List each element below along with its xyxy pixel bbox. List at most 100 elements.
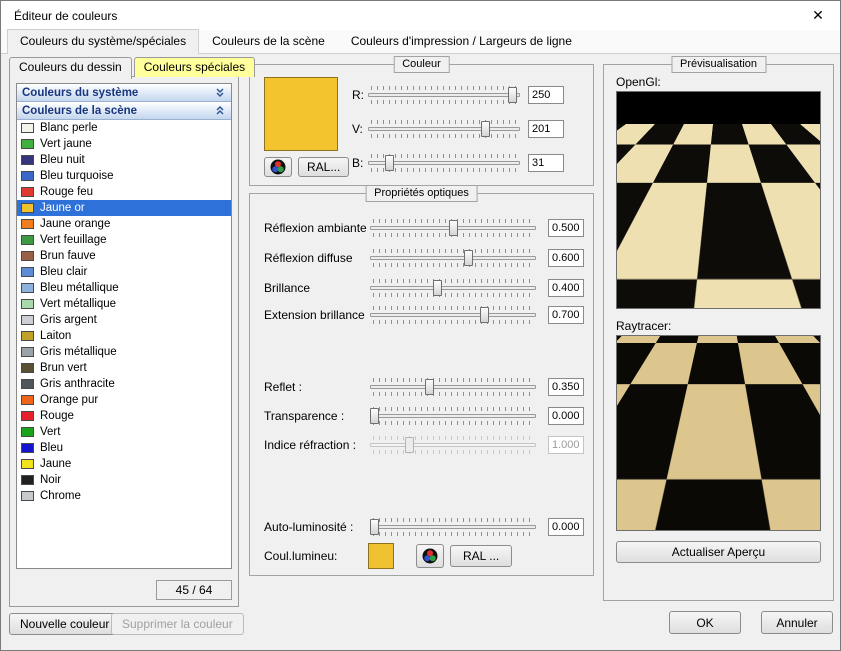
color-list-item[interactable]: Vert métallique xyxy=(17,296,231,312)
subtab-special-colors[interactable]: Couleurs spéciales xyxy=(134,57,255,77)
channel-value-field[interactable]: 250 xyxy=(528,86,564,104)
slider-thumb[interactable] xyxy=(433,280,442,296)
color-list-item[interactable]: Jaune xyxy=(17,456,231,472)
color-swatch xyxy=(21,155,34,165)
color-list-item[interactable]: Jaune or xyxy=(17,200,231,216)
color-list-panel: Couleurs du système Couleurs de la scène… xyxy=(9,76,239,607)
color-list-item[interactable]: Bleu turquoise xyxy=(17,168,231,184)
slider-track xyxy=(370,256,536,260)
color-name: Bleu turquoise xyxy=(40,170,114,182)
slider[interactable] xyxy=(370,248,536,268)
color-list-item[interactable]: Vert jaune xyxy=(17,136,231,152)
slider[interactable] xyxy=(370,406,536,426)
slider-track xyxy=(370,443,536,447)
luminous-ral-button[interactable]: RAL ... xyxy=(450,545,512,567)
slider-thumb xyxy=(405,437,414,453)
luminous-color-swatch xyxy=(368,543,394,569)
color-list-item[interactable]: Vert feuillage xyxy=(17,232,231,248)
slider[interactable] xyxy=(368,153,520,173)
slider[interactable] xyxy=(368,119,520,139)
color-swatch xyxy=(21,235,34,245)
channel-value-field[interactable]: 31 xyxy=(528,154,564,172)
slider-ticks xyxy=(373,320,533,324)
color-items: Blanc perleVert jaune Bleu nuit Bleu turqu… xyxy=(17,120,231,504)
raytracer-preview-image xyxy=(616,335,821,531)
optical-property-value-field[interactable]: 0.400 xyxy=(548,279,584,297)
color-swatch xyxy=(21,139,34,149)
slider[interactable] xyxy=(370,305,536,325)
refresh-preview-button[interactable]: Actualiser Aperçu xyxy=(616,541,821,563)
color-list-item[interactable]: Brun vert xyxy=(17,360,231,376)
luminous-color-picker-button[interactable] xyxy=(416,544,444,568)
new-color-button[interactable]: Nouvelle couleur xyxy=(9,613,120,635)
color-list-item[interactable]: Gris argent xyxy=(17,312,231,328)
color-swatch xyxy=(21,123,34,133)
color-list-item[interactable]: Bleu xyxy=(17,440,231,456)
channel-value-field[interactable]: 201 xyxy=(528,120,564,138)
slider-thumb[interactable] xyxy=(370,408,379,424)
opengl-sphere xyxy=(670,136,768,234)
color-list-item[interactable]: Chrome xyxy=(17,488,231,504)
channel-label: R: xyxy=(352,88,368,102)
optical-property-value-field[interactable]: 0.000 xyxy=(548,518,584,536)
tab-scene-colors[interactable]: Couleurs de la scène xyxy=(199,29,338,53)
color-list-item[interactable]: Blanc perle xyxy=(17,120,231,136)
color-list-item[interactable]: Gris anthracite xyxy=(17,376,231,392)
slider[interactable] xyxy=(370,377,536,397)
cancel-button[interactable]: Annuler xyxy=(761,611,833,634)
color-list-item[interactable]: Gris métallique xyxy=(17,344,231,360)
color-name: Bleu nuit xyxy=(40,154,85,166)
color-name: Bleu métallique xyxy=(40,282,119,294)
color-list-item[interactable]: Orange pur xyxy=(17,392,231,408)
color-swatch xyxy=(21,187,34,197)
color-list-item[interactable]: Bleu clair xyxy=(17,264,231,280)
optical-property-value-field[interactable]: 0.500 xyxy=(548,219,584,237)
color-wheel-icon xyxy=(422,548,438,564)
optical-property-value-field[interactable]: 0.000 xyxy=(548,407,584,425)
slider-thumb[interactable] xyxy=(425,379,434,395)
slider-ticks xyxy=(373,421,533,425)
color-swatch xyxy=(21,443,34,453)
slider-thumb[interactable] xyxy=(508,87,517,103)
slider-thumb[interactable] xyxy=(370,519,379,535)
ok-button[interactable]: OK xyxy=(669,611,741,634)
color-list-item[interactable]: Brun fauve xyxy=(17,248,231,264)
slider-ticks xyxy=(373,450,533,454)
color-list-item[interactable]: Rouge xyxy=(17,408,231,424)
color-list-item[interactable]: Jaune orange xyxy=(17,216,231,232)
subtab-drawing-colors[interactable]: Couleurs du dessin xyxy=(9,57,132,79)
tab-print-colors-line-widths[interactable]: Couleurs d'impression / Largeurs de lign… xyxy=(338,29,585,53)
color-list-item[interactable]: Laiton xyxy=(17,328,231,344)
delete-color-button[interactable]: Supprimer la couleur xyxy=(111,613,244,635)
optical-property-row: Reflet :0.350 xyxy=(250,377,593,397)
color-name: Rouge xyxy=(40,410,74,422)
slider-track xyxy=(370,313,536,317)
optical-property-row: Auto-luminosité :0.000 xyxy=(250,517,593,537)
slider-thumb[interactable] xyxy=(449,220,458,236)
slider-thumb[interactable] xyxy=(480,307,489,323)
close-button[interactable]: ✕ xyxy=(796,1,840,30)
section-label: Couleurs de la scène xyxy=(22,105,137,117)
tab-system-special-colors[interactable]: Couleurs du système/spéciales xyxy=(7,29,199,54)
luminous-color-row: Coul.lumineu: RAL ... xyxy=(264,542,584,570)
slider-thumb[interactable] xyxy=(481,121,490,137)
optical-property-value-field[interactable]: 0.700 xyxy=(548,306,584,324)
optical-property-value-field[interactable]: 0.350 xyxy=(548,378,584,396)
slider[interactable] xyxy=(368,85,520,105)
section-scene-colors[interactable]: Couleurs de la scène xyxy=(17,102,231,120)
slider-thumb[interactable] xyxy=(464,250,473,266)
slider[interactable] xyxy=(370,517,536,537)
slider-ticks xyxy=(373,518,533,522)
slider[interactable] xyxy=(370,218,536,238)
color-list-item[interactable]: Vert xyxy=(17,424,231,440)
slider-ticks xyxy=(373,378,533,382)
optical-property-value-field[interactable]: 0.600 xyxy=(548,249,584,267)
slider-thumb[interactable] xyxy=(385,155,394,171)
color-list-item[interactable]: Noir xyxy=(17,472,231,488)
color-list-item[interactable]: Rouge feu xyxy=(17,184,231,200)
section-system-colors[interactable]: Couleurs du système xyxy=(17,84,231,102)
color-list-item[interactable]: Bleu métallique xyxy=(17,280,231,296)
slider[interactable] xyxy=(370,278,536,298)
opengl-label: OpenGl: xyxy=(616,75,661,89)
color-list-item[interactable]: Bleu nuit xyxy=(17,152,231,168)
